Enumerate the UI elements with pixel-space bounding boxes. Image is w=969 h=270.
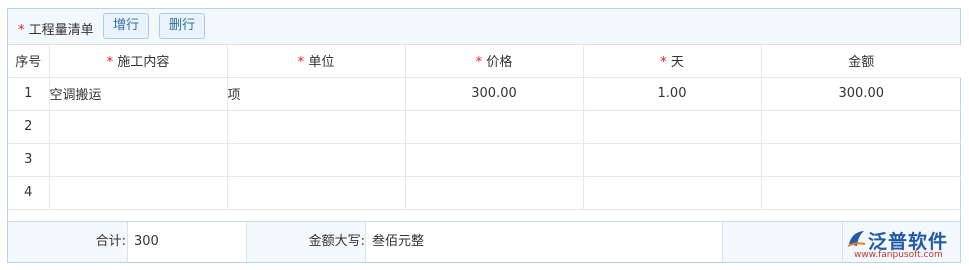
column-header-label: 金额: [848, 55, 875, 71]
unit-cell[interactable]: [226, 109, 406, 144]
amount-cell: [760, 175, 961, 210]
unit-cell[interactable]: [226, 175, 406, 210]
amount-cell: [760, 142, 961, 177]
price-cell[interactable]: 300.00: [404, 76, 584, 111]
price-cell[interactable]: [404, 109, 584, 144]
required-mark: *: [18, 23, 25, 38]
content-cell[interactable]: [48, 109, 228, 144]
column-header-label: 序号: [15, 55, 42, 71]
column-header: * 施工内容: [48, 45, 228, 78]
section-title: * 工程量清单: [18, 19, 94, 38]
table-header-row: 序号 * 施工内容 * 单位 * 价格 * 天金额: [8, 45, 961, 78]
column-header-label: 价格: [486, 55, 513, 71]
total-value-field[interactable]: 300: [127, 222, 247, 262]
column-header-label: 天: [670, 55, 684, 71]
required-mark: *: [297, 55, 305, 71]
days-cell[interactable]: [582, 142, 762, 177]
amount-in-words-field[interactable]: 叁佰元整: [365, 222, 723, 262]
column-header: 序号: [8, 45, 50, 78]
row-number-cell: 1: [8, 76, 50, 111]
price-cell[interactable]: [404, 175, 584, 210]
amount-cell: [760, 109, 961, 144]
quantity-table: 序号 * 施工内容 * 单位 * 价格 * 天金额 1 空调搬运项 300.00 1.00 30…: [8, 45, 961, 210]
column-header: * 价格: [404, 45, 584, 78]
footer-summary: 合计: 300 金额大写: 叁佰元整 泛普软件 www.fanpusoft.co…: [8, 221, 960, 262]
required-mark: *: [660, 55, 667, 71]
unit-cell[interactable]: [226, 142, 406, 177]
watermark-logo: 泛普软件 www.fanpusoft.com: [846, 225, 961, 261]
column-header: * 单位: [226, 45, 406, 78]
days-cell[interactable]: 1.00: [582, 76, 762, 111]
delete-row-button[interactable]: 删行: [159, 13, 206, 39]
table-row: 3: [8, 142, 961, 177]
amount-cell: 300.00: [760, 76, 961, 111]
unit-cell[interactable]: 项: [226, 76, 406, 111]
column-header-label: 施工内容: [117, 55, 170, 71]
column-header-label: 单位: [308, 55, 335, 71]
watermark-url: www.fanpusoft.com: [854, 250, 943, 260]
total-label: 合计:: [95, 234, 126, 249]
table-row: 1 空调搬运项 300.00 1.00 300.00: [8, 76, 961, 111]
days-cell[interactable]: [582, 109, 762, 144]
table-row: 2: [8, 109, 961, 144]
price-cell[interactable]: [404, 142, 584, 177]
amount-in-words-label: 金额大写:: [308, 234, 365, 249]
toolbar: * 工程量清单 增行 删行: [8, 9, 960, 45]
content-cell[interactable]: [48, 175, 228, 210]
table-row: 4: [8, 175, 961, 210]
footer-empty-cell: [723, 222, 843, 262]
bill-of-quantities-panel: * 工程量清单 增行 删行 序号 * 施工内容 * 单位 * 价格 * 天金额 1 空调搬…: [7, 8, 961, 263]
section-title-text: 工程量清单: [28, 23, 94, 38]
days-cell[interactable]: [582, 175, 762, 210]
column-header: * 天: [582, 45, 762, 78]
fanpu-logo-icon: [847, 231, 866, 247]
add-row-button[interactable]: 增行: [103, 13, 150, 39]
row-number-cell: 2: [8, 109, 50, 144]
row-number-cell: 3: [8, 142, 50, 177]
content-cell[interactable]: 空调搬运: [48, 76, 228, 111]
required-mark: *: [475, 55, 483, 71]
required-mark: *: [106, 55, 114, 71]
column-header: 金额: [760, 45, 961, 78]
row-number-cell: 4: [8, 175, 50, 210]
content-cell[interactable]: [48, 142, 228, 177]
